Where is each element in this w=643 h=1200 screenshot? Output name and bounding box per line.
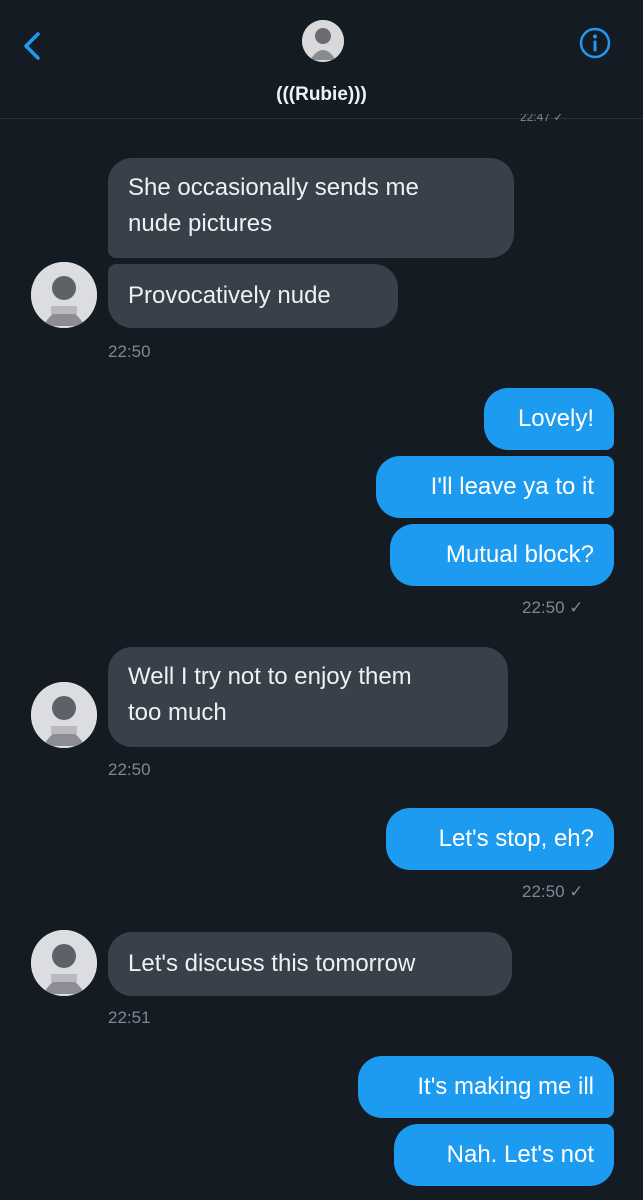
message-line: Well I try not to enjoy them — [128, 663, 412, 690]
timestamp: 22:50 — [108, 760, 151, 779]
timestamp: 22:50 — [108, 342, 151, 361]
back-chevron-icon[interactable] — [18, 26, 48, 66]
outgoing-message[interactable]: Lovely! — [484, 388, 614, 450]
incoming-message[interactable]: Well I try not to enjoy them too much — [108, 647, 508, 747]
incoming-message[interactable]: Provocatively nude — [108, 264, 398, 328]
incoming-message[interactable]: She occasionally sends me nude pictures — [108, 158, 514, 258]
outgoing-message[interactable]: Mutual block? — [390, 524, 614, 586]
outgoing-message[interactable]: Let's stop, eh? — [386, 808, 614, 870]
message-line: nude pictures — [128, 210, 273, 237]
outgoing-message[interactable]: I'll leave ya to it — [376, 456, 614, 518]
incoming-message[interactable]: Let's discuss this tomorrow — [108, 932, 512, 996]
message-line: She occasionally sends me — [128, 174, 419, 201]
contact-avatar[interactable] — [31, 682, 97, 748]
info-icon[interactable] — [578, 26, 612, 60]
timestamp: 22:50 ✓ — [522, 598, 584, 617]
outgoing-message[interactable]: Nah. Let's not — [394, 1124, 614, 1186]
timestamp: 22:51 — [108, 1008, 151, 1027]
conversation-header: (((Rubie))) 22:47 ✓ — [0, 0, 643, 123]
contact-name[interactable]: (((Rubie))) — [0, 84, 643, 106]
contact-avatar[interactable] — [302, 20, 344, 62]
timestamp: 22:50 ✓ — [522, 882, 584, 901]
message-line: too much — [128, 699, 227, 726]
partial-timestamp: 22:47 ✓ — [520, 114, 564, 124]
outgoing-message[interactable]: It's making me ill — [358, 1056, 614, 1118]
contact-avatar[interactable] — [31, 262, 97, 328]
contact-avatar[interactable] — [31, 930, 97, 996]
